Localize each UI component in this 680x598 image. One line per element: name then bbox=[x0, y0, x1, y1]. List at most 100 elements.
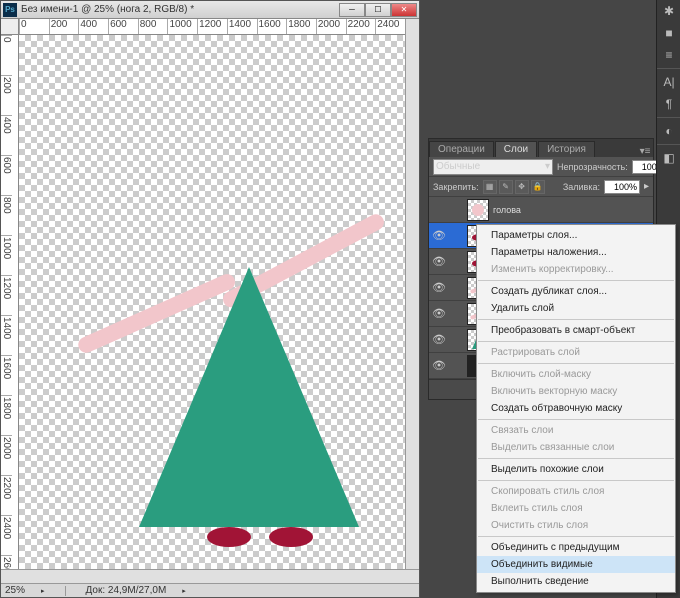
zoom-level[interactable]: 25% bbox=[5, 585, 25, 596]
ruler-tick: 2000 bbox=[316, 19, 346, 34]
layer-name-label[interactable]: голова bbox=[493, 205, 521, 215]
menu-item[interactable]: Выделить похожие слои bbox=[477, 461, 675, 478]
menu-item: Включить векторную маску bbox=[477, 383, 675, 400]
panel-menu-icon[interactable]: ▾≡ bbox=[637, 146, 653, 157]
layer-thumbnail[interactable] bbox=[467, 199, 489, 221]
tab-history[interactable]: История bbox=[538, 141, 595, 157]
ruler-tick: 200 bbox=[1, 75, 12, 115]
ruler-tick: 800 bbox=[1, 195, 12, 235]
menu-item[interactable]: Создать дубликат слоя... bbox=[477, 283, 675, 300]
toolbar-button[interactable]: ■ bbox=[657, 22, 680, 44]
visibility-toggle-icon[interactable]: 👁 bbox=[431, 228, 447, 244]
menu-item[interactable]: Параметры слоя... bbox=[477, 227, 675, 244]
lock-label: Закрепить: bbox=[433, 182, 479, 192]
menu-separator bbox=[478, 341, 674, 342]
fill-label: Заливка: bbox=[563, 182, 600, 192]
ruler-tick: 1400 bbox=[1, 315, 12, 355]
toolbar-button[interactable]: A| bbox=[657, 71, 680, 93]
doc-size-label: Док: 24,9M/27,0M bbox=[86, 585, 167, 596]
ruler-origin[interactable] bbox=[1, 19, 19, 35]
menu-separator bbox=[478, 280, 674, 281]
menu-item: Очистить стиль слоя bbox=[477, 517, 675, 534]
toolbar-button[interactable]: ✱ bbox=[657, 0, 680, 22]
window-gap bbox=[420, 0, 428, 598]
scrollbar-vertical[interactable] bbox=[405, 19, 419, 569]
menu-separator bbox=[478, 536, 674, 537]
menu-item[interactable]: Удалить слой bbox=[477, 300, 675, 317]
visibility-toggle-icon[interactable]: 👁 bbox=[431, 306, 447, 322]
toolbar-button[interactable]: ◧ bbox=[657, 147, 680, 169]
menu-separator bbox=[478, 458, 674, 459]
lock-pixels-icon[interactable]: ✎ bbox=[499, 180, 513, 194]
app-icon: Ps bbox=[3, 3, 17, 17]
toolbar-button[interactable]: ◐ bbox=[657, 120, 680, 142]
tab-layers[interactable]: Слои bbox=[495, 141, 537, 157]
ruler-tick: 0 bbox=[1, 35, 12, 75]
menu-item[interactable]: Преобразовать в смарт-объект bbox=[477, 322, 675, 339]
menu-item: Связать слои bbox=[477, 422, 675, 439]
lock-all-icon[interactable]: 🔒 bbox=[531, 180, 545, 194]
minimize-button[interactable]: ─ bbox=[339, 3, 365, 17]
menu-item: Включить слой-маску bbox=[477, 366, 675, 383]
fill-input[interactable] bbox=[604, 180, 640, 194]
layer-foot-1 bbox=[207, 527, 251, 547]
ruler-tick: 2400 bbox=[375, 19, 405, 34]
menu-item: Изменить корректировку... bbox=[477, 261, 675, 278]
zoom-menu-icon[interactable]: ▸ bbox=[41, 587, 45, 595]
menu-separator bbox=[478, 363, 674, 364]
menu-item[interactable]: Параметры наложения... bbox=[477, 244, 675, 261]
tab-actions[interactable]: Операции bbox=[429, 141, 494, 157]
menu-item[interactable]: Выполнить сведение bbox=[477, 573, 675, 590]
ruler-tick: 1000 bbox=[1, 235, 12, 275]
ruler-tick: 2600 bbox=[1, 555, 12, 569]
ruler-vertical[interactable]: 0200400600800100012001400160018002000220… bbox=[1, 35, 19, 569]
menu-item[interactable]: Объединить с предыдущим bbox=[477, 539, 675, 556]
ruler-tick: 600 bbox=[1, 155, 12, 195]
ruler-tick: 2200 bbox=[346, 19, 376, 34]
lock-transparency-icon[interactable]: ▦ bbox=[483, 180, 497, 194]
ruler-tick: 200 bbox=[49, 19, 79, 34]
toolbar-button[interactable]: ≡ bbox=[657, 44, 680, 66]
ruler-tick: 2000 bbox=[1, 435, 12, 475]
ruler-tick: 600 bbox=[108, 19, 138, 34]
ruler-tick: 1000 bbox=[167, 19, 197, 34]
ruler-tick: 800 bbox=[138, 19, 168, 34]
menu-item: Растрировать слой bbox=[477, 344, 675, 361]
menu-item[interactable]: Создать обтравочную маску bbox=[477, 400, 675, 417]
visibility-toggle-icon[interactable]: 👁 bbox=[431, 280, 447, 296]
visibility-toggle-icon[interactable]: 👁 bbox=[431, 254, 447, 270]
titlebar[interactable]: Ps Без имени-1 @ 25% (нога 2, RGB/8) * ─… bbox=[1, 1, 419, 19]
ruler-tick: 400 bbox=[1, 115, 12, 155]
blend-mode-select[interactable]: Обычные▾ bbox=[433, 159, 553, 175]
layer-row[interactable]: голова bbox=[429, 197, 653, 223]
blend-mode-value: Обычные bbox=[436, 161, 480, 172]
ruler-tick: 1200 bbox=[1, 275, 12, 315]
toolbar-separator bbox=[657, 144, 680, 145]
document-window: Ps Без имени-1 @ 25% (нога 2, RGB/8) * ─… bbox=[0, 0, 420, 598]
lock-position-icon[interactable]: ✥ bbox=[515, 180, 529, 194]
maximize-button[interactable]: ☐ bbox=[365, 3, 391, 17]
artwork bbox=[19, 35, 405, 569]
visibility-toggle-icon[interactable] bbox=[431, 202, 447, 218]
menu-separator bbox=[478, 319, 674, 320]
menu-item: Выделить связанные слои bbox=[477, 439, 675, 456]
layer-body-triangle bbox=[139, 267, 359, 527]
menu-item[interactable]: Объединить видимые bbox=[477, 556, 675, 573]
visibility-toggle-icon[interactable]: 👁 bbox=[431, 358, 447, 374]
canvas[interactable] bbox=[19, 35, 405, 569]
status-menu-icon[interactable]: ▸ bbox=[182, 587, 186, 595]
ruler-tick: 1600 bbox=[1, 355, 12, 395]
chevron-down-icon[interactable]: ▸ bbox=[644, 181, 649, 192]
scrollbar-horizontal[interactable] bbox=[1, 569, 419, 583]
toolbar-button[interactable]: ¶ bbox=[657, 93, 680, 115]
layer-foot-2 bbox=[269, 527, 313, 547]
ruler-tick: 0 bbox=[19, 19, 49, 34]
toolbar-separator bbox=[657, 117, 680, 118]
ruler-tick: 1600 bbox=[257, 19, 287, 34]
visibility-toggle-icon[interactable]: 👁 bbox=[431, 332, 447, 348]
ruler-horizontal[interactable]: 0200400600800100012001400160018002000220… bbox=[19, 19, 405, 35]
ruler-tick: 1800 bbox=[1, 395, 12, 435]
ruler-tick: 1200 bbox=[197, 19, 227, 34]
ruler-tick: 2400 bbox=[1, 515, 12, 555]
close-button[interactable]: ✕ bbox=[391, 3, 417, 17]
